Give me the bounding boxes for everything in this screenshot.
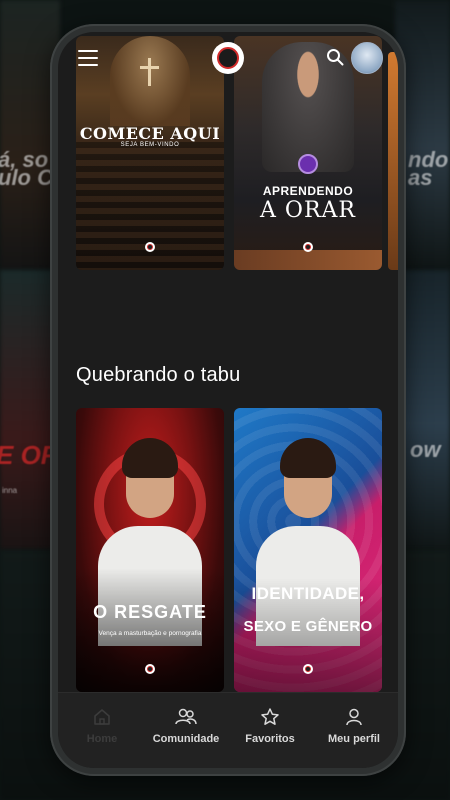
cross-icon <box>148 58 151 86</box>
card-subtitle: SEJA BEM-VINDO <box>120 142 180 148</box>
search-icon[interactable] <box>326 48 344 66</box>
background-text: ow <box>410 437 441 462</box>
card-title: COMECE AQUI <box>79 124 221 143</box>
section-title: Quebrando o tabu <box>76 364 241 386</box>
app-screen: COMECE AQUI SEJA BEM-VINDO APRENDENDO A … <box>58 32 398 768</box>
card-partial[interactable] <box>388 52 398 270</box>
card-title: A ORAR <box>260 198 356 223</box>
community-icon <box>175 708 197 725</box>
brand-logo-icon[interactable] <box>212 42 244 74</box>
card-title: APRENDENDO <box>262 184 354 198</box>
star-icon <box>261 708 279 725</box>
table-image <box>234 250 382 270</box>
card-o-resgate[interactable]: O RESGATE Vença a masturbação e pornogra… <box>76 408 224 692</box>
cross-icon <box>140 66 159 69</box>
brand-logo-icon <box>303 242 313 252</box>
nav-label: Meu perfil <box>328 733 380 745</box>
card-comece-aqui[interactable]: COMECE AQUI SEJA BEM-VINDO <box>76 36 224 270</box>
profile-icon <box>346 708 362 726</box>
home-icon <box>94 709 110 725</box>
card-title: IDENTIDADE, <box>251 584 365 603</box>
background-text: E OF <box>0 440 57 470</box>
nav-label: Home <box>86 733 118 745</box>
bottom-navigation: Home Comunidade Favoritos Meu perfil <box>58 692 398 768</box>
nav-comunidade[interactable]: Comunidade <box>146 707 226 757</box>
brand-logo-icon <box>145 242 155 252</box>
prayer-badge-icon <box>298 154 318 174</box>
nav-home[interactable]: Home <box>62 707 142 757</box>
brand-logo-icon <box>303 664 313 674</box>
hamburger-menu-icon[interactable] <box>78 50 98 66</box>
brand-logo-icon <box>145 664 155 674</box>
nav-label: Favoritos <box>245 733 295 745</box>
background-text: as <box>408 165 433 190</box>
background-text: inna <box>2 486 18 495</box>
nav-label: Comunidade <box>152 733 220 745</box>
nav-favoritos[interactable]: Favoritos <box>230 707 310 757</box>
card-identidade[interactable]: IDENTIDADE, SEXO E GÊNERO <box>234 408 382 692</box>
user-avatar[interactable] <box>351 42 383 74</box>
card-title: O RESGATE <box>93 602 207 622</box>
nav-meu-perfil[interactable]: Meu perfil <box>314 707 394 757</box>
background-text: ulo C <box>0 165 53 190</box>
card-subtitle: Vença a masturbação e pornografia <box>98 630 202 637</box>
card-title: SEXO E GÊNERO <box>243 618 373 635</box>
